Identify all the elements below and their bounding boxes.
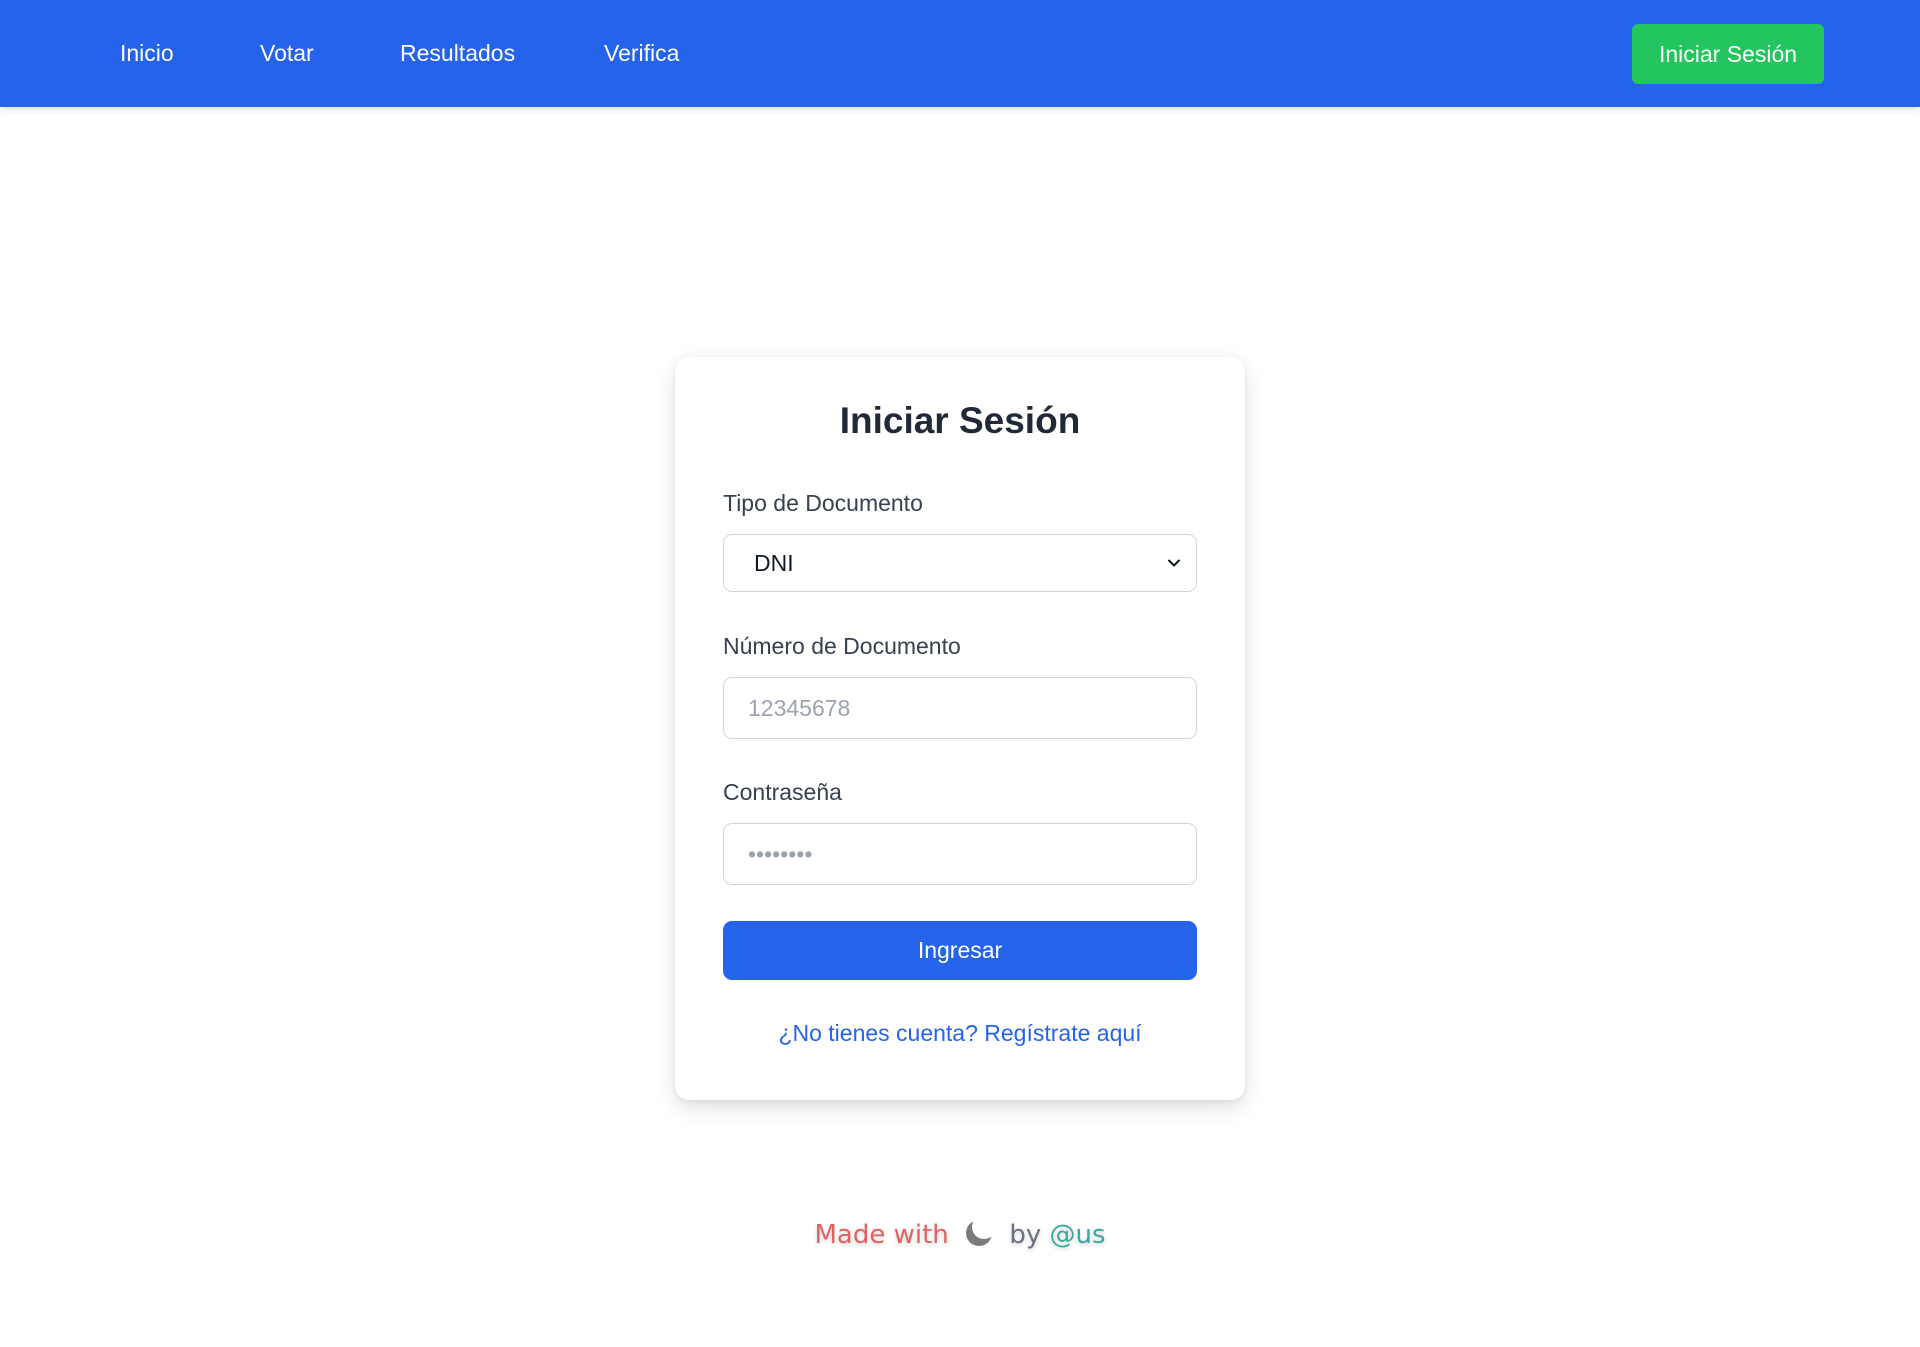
- register-link[interactable]: ¿No tienes cuenta? Regístrate aquí: [675, 1020, 1245, 1047]
- nav-login-button[interactable]: Iniciar Sesión: [1632, 24, 1824, 84]
- document-number-label: Número de Documento: [723, 633, 961, 659]
- password-label: Contraseña: [723, 779, 842, 805]
- chevron-down-icon: [1168, 559, 1180, 567]
- top-navbar: Inicio Votar Resultados Verifica Iniciar…: [0, 0, 1920, 107]
- nav-link-resultados[interactable]: Resultados: [400, 0, 515, 107]
- password-input[interactable]: [723, 823, 1197, 885]
- nav-link-inicio[interactable]: Inicio: [120, 0, 174, 107]
- footer-credit: Made with by @us: [0, 1217, 1920, 1250]
- nav-link-votar[interactable]: Votar: [260, 0, 314, 107]
- document-type-selected-value: DNI: [754, 550, 794, 576]
- footer-by: by: [1009, 1220, 1042, 1250]
- moon-icon: [966, 1220, 993, 1246]
- login-card: Iniciar Sesión Tipo de Documento DNI Núm…: [675, 357, 1245, 1100]
- document-type-select[interactable]: DNI: [723, 534, 1197, 592]
- footer-made-with: Made with: [814, 1220, 949, 1250]
- nav-link-verifica[interactable]: Verifica: [604, 0, 679, 107]
- document-number-input[interactable]: [723, 677, 1197, 739]
- ingresar-button[interactable]: Ingresar: [723, 921, 1197, 980]
- login-title: Iniciar Sesión: [839, 400, 1081, 441]
- document-type-label: Tipo de Documento: [723, 490, 923, 516]
- footer-handle[interactable]: @us: [1049, 1220, 1105, 1250]
